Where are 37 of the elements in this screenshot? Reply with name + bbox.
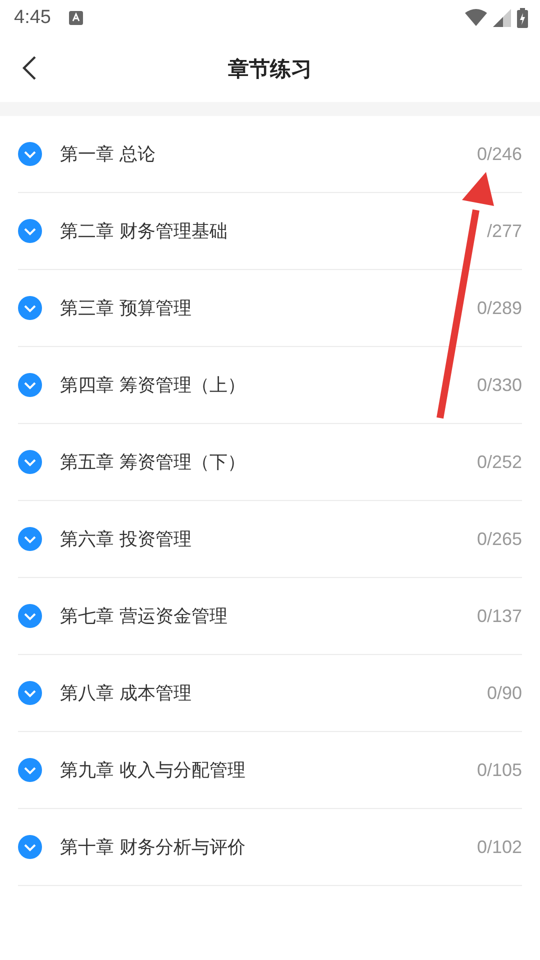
chapter-title[interactable]: 第九章 收入与分配管理 [60,758,246,782]
chapter-title[interactable]: 第六章 投资管理 [60,527,192,551]
chevron-down-icon[interactable] [18,450,42,474]
chapter-title[interactable]: 第二章 财务管理基础 [60,219,228,243]
chapter-title[interactable]: 第八章 成本管理 [60,681,192,705]
question-count: 0/265 [476,528,522,550]
question-count: 0/330 [476,374,522,396]
keyboard-icon [68,10,83,24]
chevron-down-icon[interactable] [18,604,42,628]
signal-icon [493,8,511,26]
chapter-title[interactable]: 第四章 筹资管理（上） [60,373,246,397]
chevron-down-icon[interactable] [18,758,42,782]
question-count: /277 [486,220,522,242]
battery-icon [517,8,528,28]
chevron-down-icon[interactable] [18,373,42,397]
chevron-down-icon[interactable] [18,681,42,705]
question-count: 0/137 [476,606,522,626]
chapter-title[interactable]: 第一章 总论 [60,142,156,166]
chapter-title[interactable]: 第三章 预算管理 [60,296,192,320]
chevron-down-icon[interactable] [18,142,42,166]
status-time: 4:45 [14,6,51,28]
chevron-down-icon[interactable] [18,296,42,320]
chevron-down-icon[interactable] [18,835,42,859]
back-icon[interactable] [21,55,37,81]
question-count: 0/102 [476,836,522,858]
chevron-down-icon[interactable] [18,219,42,243]
question-count: 0/90 [486,682,522,704]
question-count: 0/246 [476,144,522,164]
wifi-icon [465,9,487,26]
chevron-down-icon[interactable] [18,527,42,551]
question-count: 0/105 [476,760,522,780]
chapter-title[interactable]: 第七章 营运资金管理 [60,604,228,628]
page-title: 章节练习 [228,56,312,82]
chapter-title[interactable]: 第五章 筹资管理（下） [60,450,246,474]
chapter-title[interactable]: 第十章 财务分析与评价 [60,835,246,859]
question-count: 0/252 [476,452,522,472]
question-count: 0/289 [476,298,522,318]
